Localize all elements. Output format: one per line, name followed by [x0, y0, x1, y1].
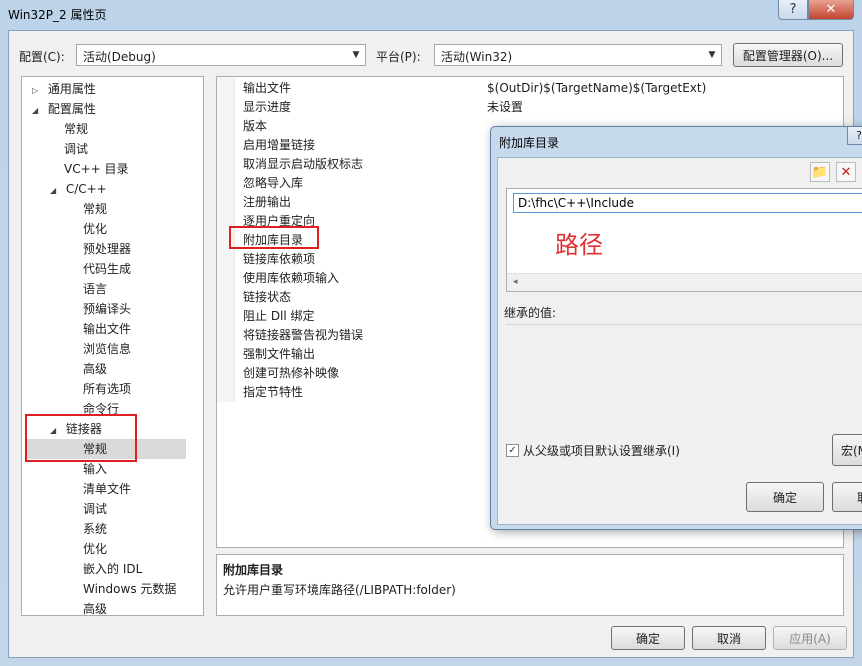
tree-item-linker-input[interactable]: 输入	[83, 459, 107, 479]
tree-item-linker-windows-metadata[interactable]: Windows 元数据	[83, 579, 176, 599]
property-name: 使用库依赖项输入	[243, 271, 340, 285]
new-folder-icon[interactable]: 📁	[810, 162, 830, 182]
path-list-scrollbar[interactable]: ◂	[507, 273, 862, 291]
tree-item-cpp-optimization[interactable]: 优化	[83, 219, 107, 239]
tree-item-linker-general[interactable]: 常规	[26, 439, 186, 459]
checkbox-check-icon[interactable]: ✓	[506, 444, 519, 457]
tree-item-linker-embedded-idl[interactable]: 嵌入的 IDL	[83, 559, 142, 579]
property-value[interactable]: $(OutDir)$(TargetName)$(TargetExt)	[487, 79, 706, 98]
description-text: 允许用户重写环境库路径(/LIBPATH:folder)	[223, 583, 456, 597]
property-value[interactable]: 未设置	[487, 98, 523, 117]
inherit-checkbox[interactable]: ✓ 从父级或项目默认设置继承(I)	[506, 442, 680, 459]
tree-item-cpp[interactable]: ◢ C/C++	[50, 179, 107, 199]
description-title: 附加库目录	[223, 563, 284, 577]
expand-icon[interactable]: ▷	[32, 81, 44, 101]
additional-library-dirs-dialog: 附加库目录 ? 📁 ✕ 路径 ◂ 继承的值: ✓ 从父级或项目默认设置继承(I)…	[490, 126, 862, 530]
tree-item-linker-system[interactable]: 系统	[83, 519, 107, 539]
collapse-icon[interactable]: ◢	[32, 101, 44, 121]
inherited-values-label: 继承的值:	[504, 306, 557, 320]
tree-item-config-properties[interactable]: ◢ 配置属性	[32, 99, 96, 119]
close-button[interactable]: ✕	[808, 0, 854, 20]
tree-item-cpp-command-line[interactable]: 命令行	[83, 399, 119, 419]
platform-label: 平台(P):	[376, 50, 421, 64]
config-combo-value: 活动(Debug)	[83, 50, 156, 64]
inherit-checkbox-label: 从父级或项目默认设置继承(I)	[523, 444, 680, 458]
platform-combo[interactable]: 活动(Win32) ▼	[434, 44, 722, 66]
config-combo[interactable]: 活动(Debug) ▼	[76, 44, 366, 66]
platform-combo-value: 活动(Win32)	[441, 50, 513, 64]
tree-item-cpp-preprocessor[interactable]: 预处理器	[83, 239, 131, 259]
window-title: Win32P_2 属性页	[8, 8, 107, 22]
tree-item-linker-manifest[interactable]: 清单文件	[83, 479, 131, 499]
tree-item-common-properties[interactable]: ▷ 通用属性	[32, 79, 96, 99]
tree-item-cpp-all-options[interactable]: 所有选项	[83, 379, 131, 399]
tree-item-label: C/C++	[65, 182, 107, 196]
tree-item-linker[interactable]: ◢ 链接器	[50, 419, 102, 439]
chevron-down-icon: ▼	[708, 50, 716, 60]
property-name: 版本	[243, 119, 268, 133]
property-name: 逐用户重定向	[243, 214, 316, 228]
property-name: 链接库依赖项	[243, 252, 316, 266]
property-name: 强制文件输出	[243, 347, 316, 361]
inherited-values-list	[506, 324, 862, 432]
tree-item-cpp-browse-info[interactable]: 浏览信息	[83, 339, 131, 359]
property-name: 指定节特性	[243, 385, 304, 399]
tree-item-vc-directories[interactable]: VC++ 目录	[64, 159, 129, 179]
dialog-ok-button[interactable]: 确定	[746, 482, 824, 512]
tree-item-label: 配置属性	[47, 102, 96, 116]
path-input[interactable]	[513, 193, 862, 213]
config-label: 配置(C):	[19, 50, 65, 64]
collapse-icon[interactable]: ◢	[50, 181, 62, 201]
help-button[interactable]: ?	[778, 0, 808, 20]
property-row[interactable]: 输出文件 $(OutDir)$(TargetName)$(TargetExt)	[217, 79, 843, 98]
tree-item-label: 链接器	[65, 422, 102, 436]
property-name: 忽略导入库	[243, 176, 304, 190]
path-annotation: 路径	[555, 231, 603, 259]
tree-item-cpp-advanced[interactable]: 高级	[83, 359, 107, 379]
description-panel: 附加库目录 允许用户重写环境库路径(/LIBPATH:folder)	[216, 554, 844, 616]
tree-item-cpp-language[interactable]: 语言	[83, 279, 107, 299]
property-row[interactable]: 显示进度 未设置	[217, 98, 843, 117]
apply-button[interactable]: 应用(A)	[773, 626, 847, 650]
tree-item-cpp-codegen[interactable]: 代码生成	[83, 259, 131, 279]
tree-item-linker-optimization[interactable]: 优化	[83, 539, 107, 559]
tree-item-cpp-general[interactable]: 常规	[83, 199, 107, 219]
property-name: 链接状态	[243, 290, 292, 304]
property-name: 附加库目录	[243, 233, 304, 247]
tree-item-general[interactable]: 常规	[64, 119, 88, 139]
dialog-client-area: 📁 ✕ 路径 ◂ 继承的值: ✓ 从父级或项目默认设置继承(I) 宏(M 确定 …	[497, 157, 862, 525]
property-name: 阻止 Dll 绑定	[243, 309, 315, 323]
property-name: 输出文件	[243, 81, 292, 95]
property-name: 将链接器警告视为错误	[243, 328, 364, 342]
dialog-help-button[interactable]: ?	[847, 127, 862, 145]
tree-item-cpp-pch[interactable]: 预编译头	[83, 299, 131, 319]
collapse-icon[interactable]: ◢	[50, 421, 62, 441]
property-tree[interactable]: ▷ 通用属性 ◢ 配置属性 常规 调试 VC++ 目录 ◢ C/C++ 常规 优…	[21, 76, 204, 616]
dialog-title: 附加库目录	[499, 136, 560, 150]
tree-item-linker-advanced[interactable]: 高级	[83, 599, 107, 615]
cancel-button[interactable]: 取消	[692, 626, 766, 650]
dialog-cancel-button[interactable]: 取	[832, 482, 862, 512]
tree-item-label: 通用属性	[47, 82, 96, 96]
tree-item-linker-debugging[interactable]: 调试	[83, 499, 107, 519]
property-name: 取消显示启动版权标志	[243, 157, 364, 171]
path-list[interactable]: 路径 ◂	[506, 188, 862, 292]
property-name: 启用增量链接	[243, 138, 316, 152]
property-name: 注册输出	[243, 195, 292, 209]
property-name: 创建可热修补映像	[243, 366, 340, 380]
tree-item-debugging[interactable]: 调试	[64, 139, 88, 159]
ok-button[interactable]: 确定	[611, 626, 685, 650]
tree-item-cpp-output-files[interactable]: 输出文件	[83, 319, 131, 339]
macros-button[interactable]: 宏(M	[832, 434, 862, 466]
property-name: 显示进度	[243, 100, 292, 114]
chevron-down-icon: ▼	[352, 50, 360, 60]
delete-icon[interactable]: ✕	[836, 162, 856, 182]
config-manager-button[interactable]: 配置管理器(O)...	[733, 43, 843, 67]
